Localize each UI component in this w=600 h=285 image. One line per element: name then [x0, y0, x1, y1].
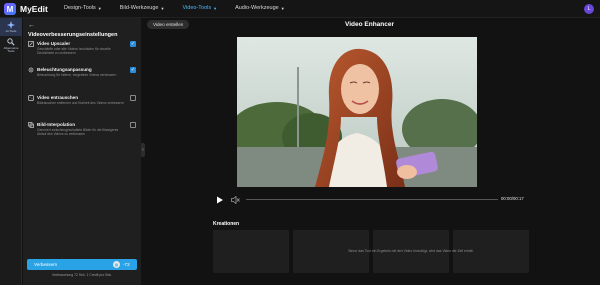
mute-icon[interactable] — [231, 196, 240, 204]
option-description: Bildrauschen entfernen und Klarheit des … — [37, 101, 124, 105]
upscale-icon — [28, 41, 34, 47]
settings-panel: ← Videoverbesserungseinstellungen Video … — [23, 18, 141, 285]
credit-footnote: Verbrauchung 72 Sek. 1 Credit pro Sek. — [52, 273, 112, 277]
option-description: Generiert zwischengeschaltete Bilder für… — [37, 128, 119, 137]
tools-icon — [7, 37, 15, 46]
interpolation-icon — [28, 122, 34, 128]
total-time: 00:17 — [512, 196, 524, 201]
option-title: Beleuchtungsanpassung — [37, 67, 92, 72]
progress-track[interactable] — [246, 199, 498, 200]
creation-slot — [213, 230, 289, 273]
option-title: Video Upscaler — [37, 41, 71, 46]
nav-label: Design-Tools — [64, 5, 96, 11]
checkbox-denoise[interactable] — [130, 95, 136, 101]
nav-video-tools[interactable]: Video-Tools ▼ — [182, 5, 217, 11]
credit-count: -72 — [123, 262, 130, 267]
nav-label: Audio-Werkzeuge — [235, 5, 279, 11]
option-description: Beleuchtung für hellere, eingetönte Vide… — [37, 73, 117, 77]
checkbox-lighting[interactable]: ✓ — [130, 67, 136, 73]
app-name: MyEdit — [20, 4, 48, 14]
video-preview[interactable] — [237, 37, 477, 187]
main-area: Video erstellen Video Enhancer 00:00/00:… — [145, 18, 600, 285]
option-lighting[interactable]: Beleuchtungsanpassung Beleuchtung für he… — [28, 67, 138, 85]
rail-item-general-tools[interactable]: Allgemeine Tools — [0, 36, 22, 54]
option-description: Geschärfte oder alte Videos hochladen fü… — [37, 47, 111, 56]
denoise-icon — [28, 95, 34, 101]
video-player-controls: 00:00/00:17 — [213, 194, 531, 206]
panel-title: Videoverbesserungseinstellungen — [28, 32, 118, 38]
back-arrow-icon[interactable]: ← — [28, 22, 35, 29]
nav-image-tools[interactable]: Bild-Werkzeuge ▼ — [120, 5, 165, 11]
rail-item-ai-tools[interactable]: AI-Tools — [0, 18, 22, 36]
left-rail: AI-Tools Allgemeine Tools — [0, 18, 22, 285]
nav-design-tools[interactable]: Design-Tools ▼ — [64, 5, 102, 11]
option-title: Video entrauschen — [37, 95, 79, 100]
top-bar: M MyEdit Design-Tools ▼ Bild-Werkzeuge ▼ V… — [0, 0, 600, 18]
time-readout: 00:00/00:17 — [501, 196, 524, 201]
logo-mark-icon: M — [4, 3, 16, 15]
chevron-down-icon: ▼ — [160, 5, 165, 11]
rail-label: Allgemeine Tools — [3, 45, 19, 53]
creations-heading: Kreationen — [213, 221, 240, 227]
creations-grid: Bevor das Tool ein Ergebnis mit den Vide… — [213, 230, 531, 273]
chevron-down-icon: ▼ — [97, 5, 102, 11]
creations-empty-message: Bevor das Tool ein Ergebnis mit den Vide… — [348, 249, 474, 253]
app-logo[interactable]: M MyEdit — [4, 3, 48, 15]
lighting-icon — [28, 67, 34, 73]
chevron-down-icon: ▼ — [213, 5, 218, 11]
current-time: 00:00 — [501, 196, 512, 201]
enhance-button[interactable]: Verbessern ◎ -72 — [27, 259, 137, 270]
option-title: Bild-Interpolation — [37, 122, 76, 127]
nav-audio-tools[interactable]: Audio-Werkzeuge ▼ — [235, 5, 285, 11]
top-nav: Design-Tools ▼ Bild-Werkzeuge ▼ Video-Tool… — [64, 5, 285, 11]
option-denoise[interactable]: Video entrauschen Bildrauschen entfernen… — [28, 95, 138, 113]
sparkle-icon — [7, 21, 15, 29]
page-title: Video Enhancer — [345, 21, 395, 28]
checkbox-video-upscaler[interactable]: ✓ — [130, 41, 136, 47]
create-video-button[interactable]: Video erstellen — [147, 20, 190, 29]
nav-label: Video-Tools — [182, 5, 212, 11]
chevron-down-icon: ▼ — [280, 5, 285, 11]
enhance-button-label: Verbessern — [34, 262, 58, 267]
option-interpolation[interactable]: Bild-Interpolation Generiert zwischenges… — [28, 122, 138, 144]
user-avatar[interactable]: L — [584, 4, 594, 14]
play-icon[interactable] — [216, 196, 224, 204]
credit-icon: ◎ — [113, 261, 120, 268]
rail-label: AI-Tools — [5, 29, 17, 33]
checkbox-interpolation[interactable] — [130, 122, 136, 128]
nav-label: Bild-Werkzeuge — [119, 5, 159, 11]
option-video-upscaler[interactable]: Video Upscaler Geschärfte oder alte Vide… — [28, 41, 138, 59]
